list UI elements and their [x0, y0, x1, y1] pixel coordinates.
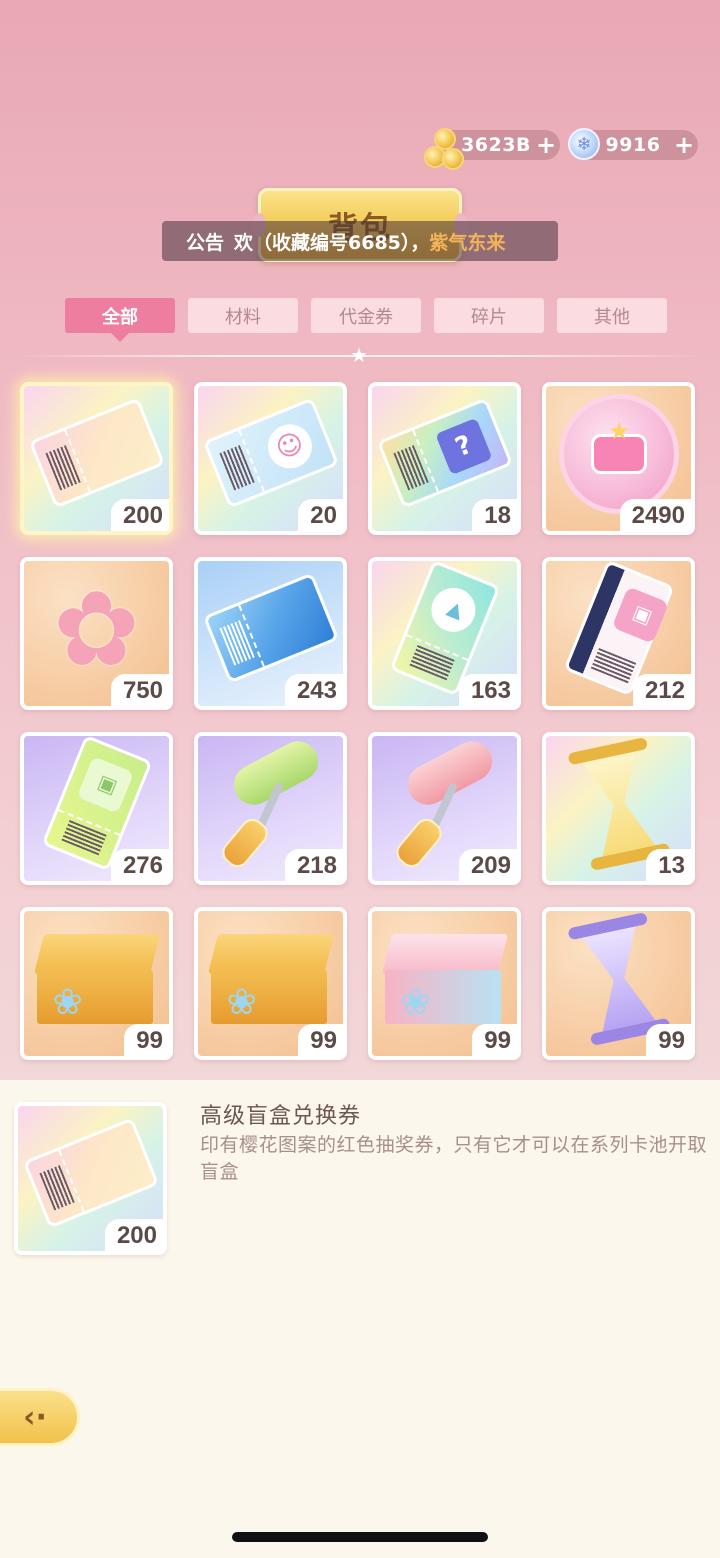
item-detail-name: 高级盲盒兑换券 [200, 1104, 362, 1129]
inventory-item[interactable]: 209 [368, 732, 521, 885]
back-button[interactable]: ‹· [0, 1388, 80, 1446]
inventory-item[interactable]: ▶ 163 [368, 557, 521, 710]
tab-fragments[interactable]: 碎片 [434, 298, 544, 333]
item-count: 212 [632, 674, 691, 706]
pink-paint-roller-icon [385, 736, 505, 872]
inventory-grid: 200 ☺ 20 ? 18 2490 ✿ 750 243 ▶ 163 [20, 382, 695, 1060]
tab-materials[interactable]: 材料 [188, 298, 298, 333]
add-gems-button[interactable]: + [670, 131, 698, 159]
inventory-item[interactable]: ▣ 276 [20, 732, 173, 885]
purple-hourglass-icon [566, 912, 671, 1047]
category-tabs: 全部 材料 代金券 碎片 其他 [65, 298, 667, 342]
tab-others[interactable]: 其他 [557, 298, 667, 333]
home-indicator[interactable] [232, 1532, 488, 1542]
inventory-item[interactable]: 13 [542, 732, 695, 885]
inventory-item[interactable]: ❀ 99 [20, 907, 173, 1060]
add-coins-button[interactable]: + [532, 131, 560, 159]
blue-ticket-icon [202, 572, 339, 684]
golden-hourglass-icon [566, 737, 671, 872]
premium-blind-box-ticket-icon [22, 1117, 159, 1229]
golden-gift-box-icon: ❀ [207, 934, 335, 1025]
item-detail-description: 印有樱花图案的红色抽奖券，只有它才可以在系列卡池开取盲盒 [200, 1134, 708, 1183]
tab-vouchers[interactable]: 代金券 [311, 298, 421, 333]
announcement-text: 欢（收藏编号6685）， [234, 231, 430, 254]
item-count: 99 [124, 1024, 169, 1056]
item-detail-panel: 200 高级盲盒兑换券 印有樱花图案的红色抽奖券，只有它才可以在系列卡池开取盲盒 [0, 1080, 720, 1558]
gem-amount: 9916 [605, 134, 661, 156]
item-count: 99 [646, 1024, 691, 1056]
pink-bag-medal-icon [558, 394, 679, 515]
item-count: 209 [458, 849, 517, 881]
item-count: 99 [298, 1024, 343, 1056]
item-count: 200 [110, 499, 169, 531]
green-paint-roller-icon [211, 736, 331, 872]
item-count: 20 [298, 499, 343, 531]
item-count: 750 [110, 674, 169, 706]
inventory-item[interactable]: 99 [542, 907, 695, 1060]
item-count: 99 [472, 1024, 517, 1056]
inventory-item[interactable]: ✿ 750 [20, 557, 173, 710]
item-detail-thumbnail: 200 [14, 1102, 167, 1255]
inventory-item[interactable]: 2490 [542, 382, 695, 535]
golden-gift-box-icon: ❀ [33, 934, 161, 1025]
item-count: 13 [646, 849, 691, 881]
item-count: 163 [458, 674, 517, 706]
inventory-item[interactable]: ❀ 99 [368, 907, 521, 1060]
premium-blind-box-ticket-icon [28, 397, 165, 509]
item-detail-count: 200 [104, 1219, 163, 1251]
gem-balance[interactable]: ❄ 9916 + [568, 128, 698, 160]
tab-all[interactable]: 全部 [65, 298, 175, 342]
item-count: 243 [284, 674, 343, 706]
gold-coin-icon [424, 124, 474, 174]
inventory-item[interactable]: 200 [20, 382, 173, 535]
inventory-item[interactable]: ? 18 [368, 382, 521, 535]
inventory-item[interactable]: ☺ 20 [194, 382, 347, 535]
announcement-bar: 公告 欢（收藏编号6685）， 紫气东来 [162, 221, 558, 261]
item-count: 276 [110, 849, 169, 881]
avatar-ticket-icon: ☺ [202, 397, 339, 509]
inventory-item[interactable]: ▣ 212 [542, 557, 695, 710]
coin-balance[interactable]: 3623B + [424, 128, 560, 170]
inventory-item[interactable]: 218 [194, 732, 347, 885]
item-count: 18 [472, 499, 517, 531]
announcement-highlight: 紫气东来 [429, 231, 506, 254]
pink-gift-box-icon: ❀ [381, 934, 509, 1025]
inventory-item[interactable]: ❀ 99 [194, 907, 347, 1060]
snowflake-gem-icon: ❄ [568, 128, 600, 160]
announcement-label: 公告 [186, 231, 225, 254]
inventory-item[interactable]: 243 [194, 557, 347, 710]
item-count: 2490 [619, 499, 691, 531]
star-icon: ★ [350, 343, 368, 367]
sakura-flower-icon: ✿ [52, 568, 141, 691]
back-arrow-icon: ‹· [23, 1399, 47, 1435]
item-count: 218 [284, 849, 343, 881]
mystery-ticket-icon: ? [376, 397, 513, 509]
